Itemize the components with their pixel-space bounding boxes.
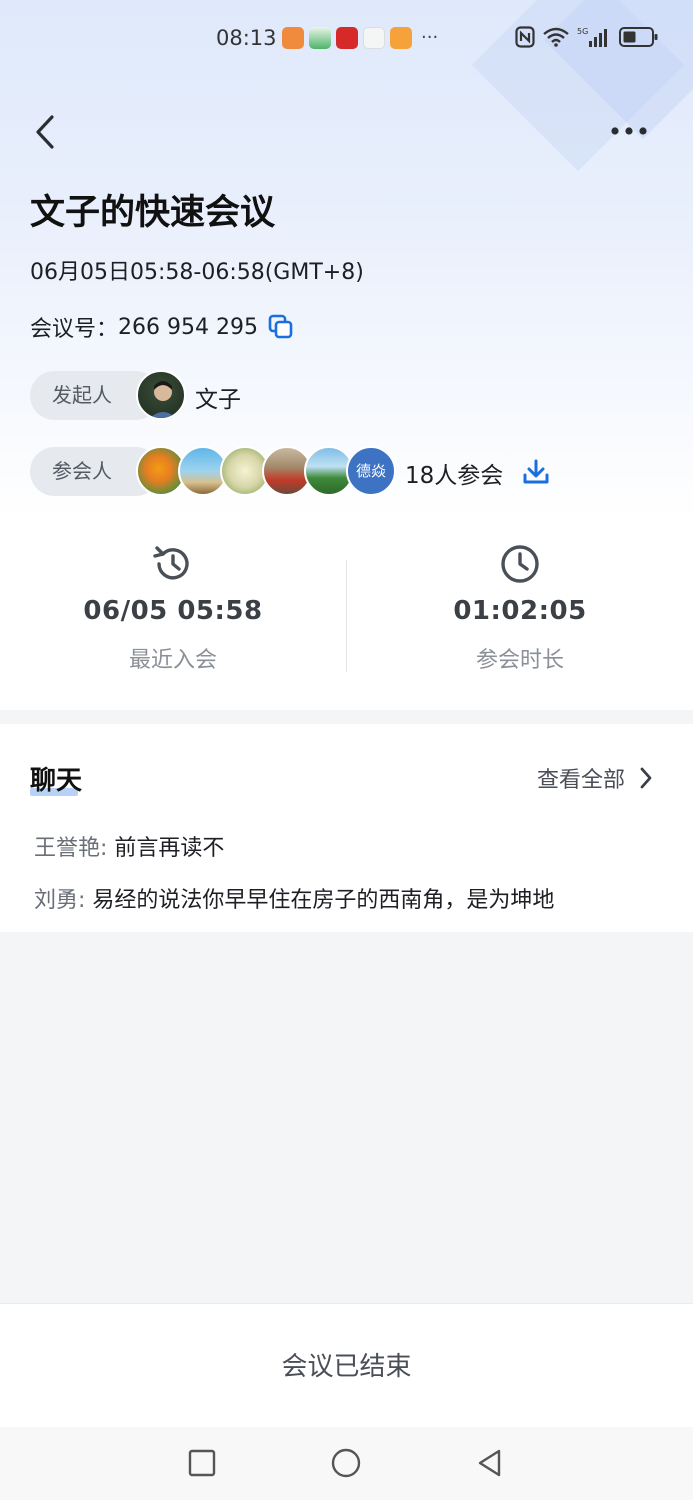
- duration-label: 参会时长: [475, 648, 564, 673]
- signal-5g-icon: 5G: [577, 27, 607, 47]
- more-options-button[interactable]: [609, 118, 653, 144]
- meeting-ended-bar: 会议已结束: [0, 1303, 693, 1427]
- wifi-icon: [543, 27, 569, 47]
- more-dots-icon: [611, 127, 647, 135]
- chat-message: 刘勇: 易经的说法你早早住在房子的西南角，是为坤地: [34, 882, 554, 914]
- meeting-title: 文子的快速会议: [30, 193, 276, 233]
- meeting-ended-text: 会议已结束: [281, 1352, 412, 1382]
- meeting-id-value: 266 954 295: [118, 314, 258, 340]
- recents-square-icon[interactable]: [186, 1447, 218, 1479]
- view-all-label: 查看全部: [536, 768, 625, 793]
- more-notifications-icon: ···: [421, 27, 439, 48]
- shield-app-icon: [282, 27, 304, 49]
- meeting-time-range: 06月05日05:58-06:58(GMT+8): [30, 260, 364, 285]
- chat-text: 易经的说法你早早住在房子的西南角，是为坤地: [92, 888, 555, 913]
- recent-join-stat: 06/05 05:58 最近入会: [0, 520, 346, 674]
- duration-stat: 01:02:05 参会时长: [347, 520, 693, 674]
- chat-text: 前言再读不: [114, 836, 225, 861]
- meeting-id-label: 会议号：: [30, 317, 119, 342]
- recent-join-label: 最近入会: [128, 648, 217, 673]
- chat-section: 聊天 查看全部 王誉艳: 前言再读不 刘勇: 易经的说法你早早住在房子的西南角，…: [0, 724, 693, 932]
- duration-value: 01:02:05: [453, 596, 587, 626]
- svg-text:5G: 5G: [577, 27, 588, 36]
- meeting-stats: 06/05 05:58 最近入会 01:02:05 参会时长: [0, 520, 693, 710]
- view-all-chat-button[interactable]: 查看全部: [537, 762, 653, 794]
- chevron-left-icon: [36, 115, 54, 149]
- participants-count[interactable]: 18人参会: [405, 456, 503, 490]
- recent-join-value: 06/05 05:58: [83, 596, 263, 626]
- gift-app-icon: [309, 27, 331, 49]
- orange-app-icon: [390, 27, 412, 49]
- download-icon[interactable]: [522, 458, 550, 486]
- participant-text-avatar[interactable]: 德焱: [346, 446, 396, 496]
- chat-title: 聊天: [30, 766, 83, 796]
- chat-bubble-app-icon: [363, 27, 385, 49]
- status-time: 08:13: [216, 26, 277, 50]
- chat-message: 王誉艳: 前言再读不: [34, 830, 224, 862]
- system-navigation-bar: [0, 1427, 693, 1500]
- chevron-right-icon: [640, 767, 652, 789]
- red-app-icon: [336, 27, 358, 49]
- notification-icons: ···: [282, 27, 438, 49]
- history-clock-icon: [153, 546, 189, 580]
- initiator-name: 文子: [195, 387, 241, 413]
- initiator-avatar[interactable]: [136, 370, 186, 420]
- back-button[interactable]: [28, 112, 64, 152]
- system-icons: 5G: [515, 26, 659, 48]
- battery-icon: [619, 27, 658, 47]
- meeting-id-row: 会议号： 266 954 295: [30, 311, 294, 343]
- nfc-icon: [515, 26, 535, 48]
- copy-icon[interactable]: [268, 314, 294, 340]
- back-triangle-icon[interactable]: [474, 1447, 506, 1479]
- chat-sender: 王誉艳:: [34, 836, 115, 861]
- chat-sender: 刘勇:: [34, 888, 93, 913]
- status-bar: 08:13 ··· 5G: [0, 0, 693, 78]
- home-circle-icon[interactable]: [330, 1447, 362, 1479]
- clock-icon: [501, 545, 539, 583]
